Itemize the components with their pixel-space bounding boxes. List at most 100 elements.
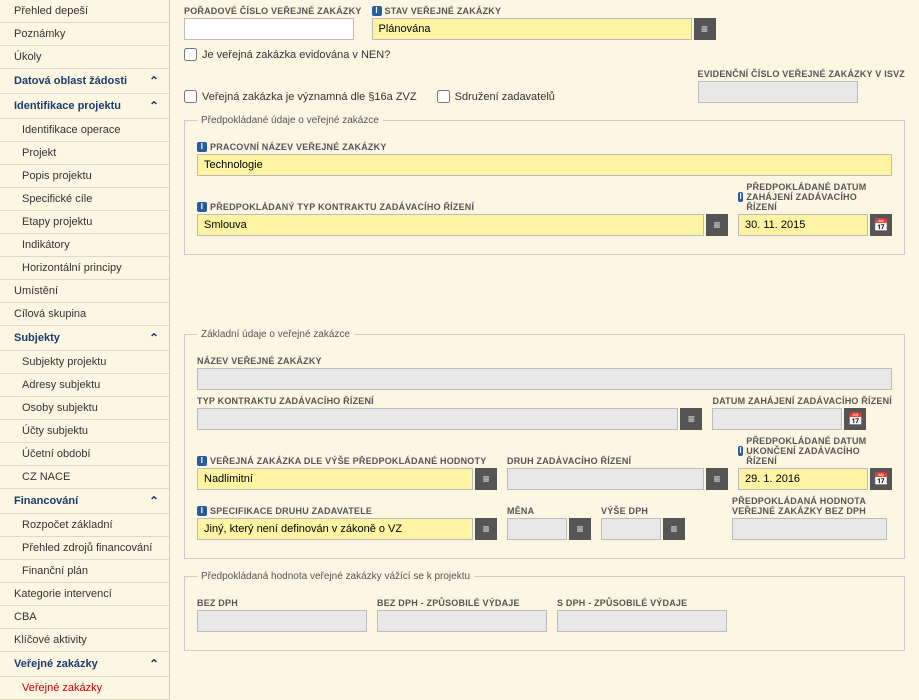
info-icon: i <box>197 142 207 152</box>
mena-label: MĚNA <box>507 506 591 516</box>
pracovni-input[interactable] <box>197 154 892 176</box>
sidebar-item-1[interactable]: Poznámky <box>0 23 169 46</box>
bez-dph-zpusobile-input <box>377 610 547 632</box>
datum-zahajeni-pred-label: iPŘEDPOKLÁDANÉ DATUM ZAHÁJENÍ ZADÁVACÍHO… <box>738 182 888 212</box>
fieldset-hodnota-projekt: Předpokládaná hodnota veřejné zakázky vá… <box>184 571 905 651</box>
sidebar-item-26[interactable]: CBA <box>0 606 169 629</box>
spec-druhu-input[interactable] <box>197 518 473 540</box>
poradove-label: POŘADOVÉ ČÍSLO VEŘEJNÉ ZAKÁZKY <box>184 6 362 16</box>
sidebar-item-15[interactable]: Subjekty projektu <box>0 351 169 374</box>
sidebar-item-21[interactable]: Financování⌃ <box>0 489 169 514</box>
s-dph-zpusobile-label: S DPH - ZPŮSOBILÉ VÝDAJE <box>557 598 727 608</box>
typ-kontraktu-pred-list-button[interactable]: ≡ <box>706 214 728 236</box>
sidebar-item-25[interactable]: Kategorie intervencí <box>0 583 169 606</box>
sidebar-item-6[interactable]: Projekt <box>0 142 169 165</box>
fs1-legend: Předpokládané údaje o veřejné zakázce <box>197 115 383 126</box>
datum-zahajeni-pred-input[interactable] <box>738 214 868 236</box>
sidebar-item-2[interactable]: Úkoly <box>0 46 169 69</box>
sidebar-item-5[interactable]: Identifikace operace <box>0 119 169 142</box>
vz-vyse-input[interactable] <box>197 468 473 490</box>
sidebar-item-12[interactable]: Umístění <box>0 280 169 303</box>
fs2-legend: Základní údaje o veřejné zakázce <box>197 329 354 340</box>
evidencni-label: EVIDENČNÍ ČÍSLO VEŘEJNÉ ZAKÁZKY V ISVZ <box>698 69 905 79</box>
chevron-up-icon: ⌃ <box>149 99 159 113</box>
sidebar-item-7[interactable]: Popis projektu <box>0 165 169 188</box>
bez-dph-label: BEZ DPH <box>197 598 367 608</box>
chevron-up-icon: ⌃ <box>149 494 159 508</box>
calendar-icon[interactable]: 📅 <box>870 468 892 490</box>
info-icon: i <box>197 506 207 516</box>
bez-dph-zpusobile-label: BEZ DPH - ZPŮSOBILÉ VÝDAJE <box>377 598 547 608</box>
hodnota-bezdph-label: PŘEDPOKLÁDANÁ HODNOTA VEŘEJNÉ ZAKÁZKY BE… <box>732 496 892 516</box>
hodnota-bezdph-input <box>732 518 887 540</box>
stav-input[interactable] <box>372 18 692 40</box>
sidebar-item-3[interactable]: Datová oblast žádosti⌃ <box>0 69 169 94</box>
poradove-input[interactable] <box>184 18 354 40</box>
chevron-up-icon: ⌃ <box>149 331 159 345</box>
sdruzeni-checkbox[interactable]: Sdružení zadavatelů <box>437 90 555 103</box>
typ-kontraktu-list-button[interactable]: ≡ <box>680 408 702 430</box>
fieldset-zakladni: Základní údaje o veřejné zakázce NÁZEV V… <box>184 329 905 559</box>
fs3-legend: Předpokládaná hodnota veřejné zakázky vá… <box>197 571 474 582</box>
evidencni-input <box>698 81 858 103</box>
vyse-dph-list-button[interactable]: ≡ <box>663 518 685 540</box>
nen-checkbox[interactable]: Je veřejná zakázka evidována v NEN? <box>184 48 390 61</box>
sidebar-item-27[interactable]: Klíčové aktivity <box>0 629 169 652</box>
calendar-icon[interactable]: 📅 <box>870 214 892 236</box>
sidebar-item-16[interactable]: Adresy subjektu <box>0 374 169 397</box>
sidebar-item-23[interactable]: Přehled zdrojů financování <box>0 537 169 560</box>
sidebar-item-11[interactable]: Horizontální principy <box>0 257 169 280</box>
datum-zahajeni-label: DATUM ZAHÁJENÍ ZADÁVACÍHO ŘÍZENÍ <box>712 396 892 406</box>
vz-vyse-label: iVEŘEJNÁ ZAKÁZKA DLE VÝŠE PŘEDPOKLÁDANÉ … <box>197 456 497 466</box>
datum-zahajeni-input[interactable] <box>712 408 842 430</box>
vyse-dph-input[interactable] <box>601 518 661 540</box>
stav-list-button[interactable]: ≡ <box>694 18 716 40</box>
info-icon: i <box>197 202 207 212</box>
sidebar-item-29[interactable]: Veřejné zakázky <box>0 677 169 700</box>
sidebar-item-13[interactable]: Cílová skupina <box>0 303 169 326</box>
druh-rizeni-list-button[interactable]: ≡ <box>706 468 728 490</box>
sidebar-item-18[interactable]: Účty subjektu <box>0 420 169 443</box>
typ-kontraktu-pred-input[interactable] <box>197 214 704 236</box>
pracovni-label: iPRACOVNÍ NÁZEV VEŘEJNÉ ZAKÁZKY <box>197 142 892 152</box>
s-dph-zpusobile-input <box>557 610 727 632</box>
main-form: POŘADOVÉ ČÍSLO VEŘEJNÉ ZAKÁZKY iSTAV VEŘ… <box>170 0 919 700</box>
sidebar-item-24[interactable]: Finanční plán <box>0 560 169 583</box>
sidebar-item-14[interactable]: Subjekty⌃ <box>0 326 169 351</box>
mena-input[interactable] <box>507 518 567 540</box>
datum-ukonceni-input[interactable] <box>738 468 868 490</box>
info-icon: i <box>738 446 743 456</box>
chevron-up-icon: ⌃ <box>149 74 159 88</box>
datum-ukonceni-label: iPŘEDPOKLÁDANÉ DATUM UKONČENÍ ZADÁVACÍHO… <box>738 436 888 466</box>
chevron-up-icon: ⌃ <box>149 657 159 671</box>
bez-dph-input <box>197 610 367 632</box>
vyznamna-checkbox[interactable]: Veřejná zakázka je významná dle §16a ZVZ <box>184 90 417 103</box>
sidebar-item-19[interactable]: Účetní období <box>0 443 169 466</box>
sidebar-item-0[interactable]: Přehled depeší <box>0 0 169 23</box>
stav-label: iSTAV VEŘEJNÉ ZAKÁZKY <box>372 6 716 16</box>
spec-druhu-list-button[interactable]: ≡ <box>475 518 497 540</box>
vz-vyse-list-button[interactable]: ≡ <box>475 468 497 490</box>
sidebar-item-10[interactable]: Indikátory <box>0 234 169 257</box>
mena-list-button[interactable]: ≡ <box>569 518 591 540</box>
nazev-vz-input <box>197 368 892 390</box>
druh-rizeni-label: DRUH ZADÁVACÍHO ŘÍZENÍ <box>507 456 728 466</box>
vyse-dph-label: VÝŠE DPH <box>601 506 685 516</box>
sidebar-item-28[interactable]: Veřejné zakázky⌃ <box>0 652 169 677</box>
sidebar-item-20[interactable]: CZ NACE <box>0 466 169 489</box>
info-icon: i <box>197 456 207 466</box>
info-icon: i <box>738 192 743 202</box>
druh-rizeni-input[interactable] <box>507 468 704 490</box>
spec-druhu-label: iSPECIFIKACE DRUHU ZADAVATELE <box>197 506 497 516</box>
typ-kontraktu-label: TYP KONTRAKTU ZADÁVACÍHO ŘÍZENÍ <box>197 396 702 406</box>
sidebar-item-22[interactable]: Rozpočet základní <box>0 514 169 537</box>
nazev-vz-label: NÁZEV VEŘEJNÉ ZAKÁZKY <box>197 356 892 366</box>
sidebar-item-9[interactable]: Etapy projektu <box>0 211 169 234</box>
calendar-icon[interactable]: 📅 <box>844 408 866 430</box>
sidebar-item-4[interactable]: Identifikace projektu⌃ <box>0 94 169 119</box>
sidebar-item-8[interactable]: Specifické cíle <box>0 188 169 211</box>
sidebar-item-17[interactable]: Osoby subjektu <box>0 397 169 420</box>
sidebar: Přehled depešíPoznámkyÚkolyDatová oblast… <box>0 0 170 700</box>
typ-kontraktu-pred-label: iPŘEDPOKLÁDANÝ TYP KONTRAKTU ZADÁVACÍHO … <box>197 202 728 212</box>
typ-kontraktu-input[interactable] <box>197 408 678 430</box>
